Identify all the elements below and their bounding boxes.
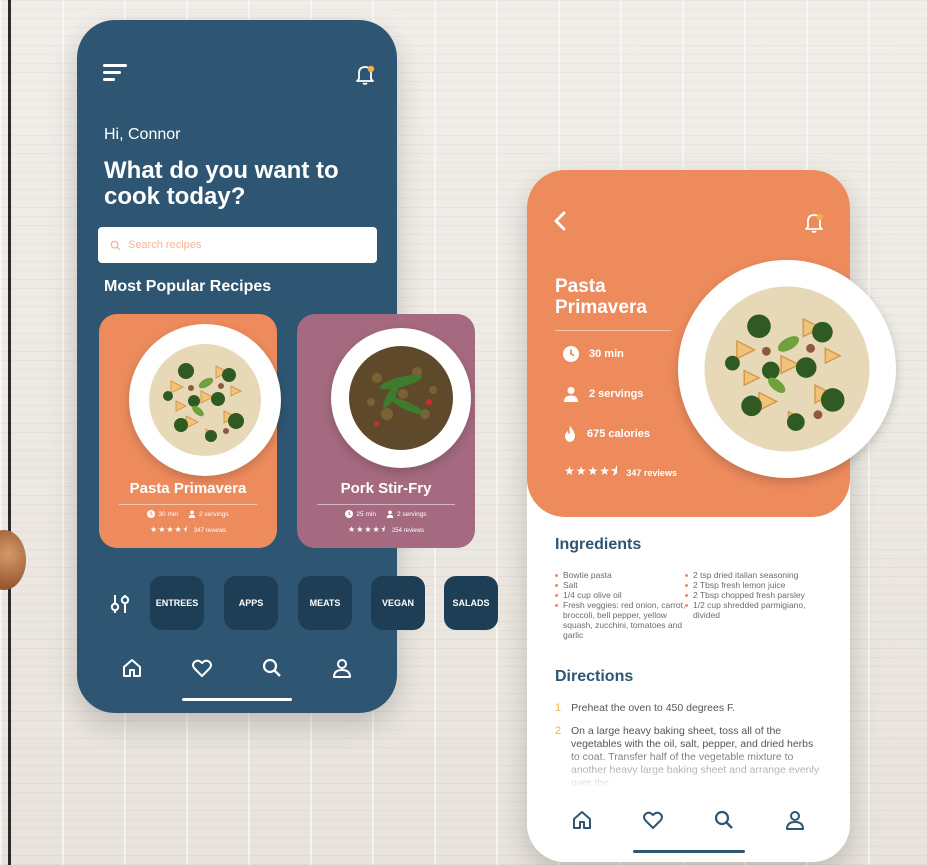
ingredient-item: 1/4 cup olive oil xyxy=(555,590,687,600)
star-rating-icon: ★★★★⯨ xyxy=(348,525,386,534)
user-icon[interactable] xyxy=(330,656,354,680)
notification-bell-icon[interactable] xyxy=(802,210,826,234)
menu-icon[interactable] xyxy=(103,62,129,84)
card-divider xyxy=(317,504,455,505)
search-icon[interactable] xyxy=(260,656,284,680)
recipe-card-pork-stir-fry[interactable]: Pork Stir-Fry 25 min 2 servings ★★★★⯨ 25… xyxy=(297,314,475,548)
search-input[interactable] xyxy=(128,239,348,251)
home-indicator-bar xyxy=(633,850,745,853)
home-icon[interactable] xyxy=(120,656,144,680)
bottom-nav xyxy=(77,656,397,680)
section-title: Most Popular Recipes xyxy=(104,278,272,295)
recipe-card-pasta-primavera[interactable]: Pasta Primavera 30 min 2 servings ★★★★⯨ … xyxy=(99,314,281,548)
title-divider xyxy=(555,330,671,331)
home-screen-phone: Hi, Connor What do you want to cook toda… xyxy=(77,20,498,713)
search-icon xyxy=(110,240,121,251)
left-edge-line xyxy=(8,0,11,865)
ingredient-item: Fresh veggies: red onion, carrot, brocco… xyxy=(555,600,687,640)
star-rating-icon: ★★★★⯨ xyxy=(150,525,188,534)
ingredients-list-right: 2 tsp dried italian seasoning 2 Tbsp fre… xyxy=(685,570,825,620)
home-icon[interactable] xyxy=(570,808,594,832)
clock-icon xyxy=(147,510,156,518)
person-icon xyxy=(564,387,578,402)
category-apps[interactable]: APPS xyxy=(224,576,278,630)
back-chevron-icon[interactable] xyxy=(551,210,569,232)
recipe-rating: ★★★★⯨ 347 reviews xyxy=(564,462,677,483)
filter-sliders-icon[interactable] xyxy=(109,593,131,615)
ingredient-item: 1/2 cup shredded parmigiano, divided xyxy=(685,600,825,620)
recipe-title: Pasta Primavera xyxy=(555,276,647,318)
recipe-reviews: 254 reviews xyxy=(391,528,424,534)
ingredients-heading: Ingredients xyxy=(555,536,642,553)
ingredient-item: 2 tsp dried italian seasoning xyxy=(685,570,825,580)
home-indicator-bar xyxy=(182,698,292,701)
clock-icon xyxy=(345,510,354,518)
step-text: Preheat the oven to 450 degrees F. xyxy=(571,702,736,714)
recipe-calories: 675 calories xyxy=(587,428,650,440)
heart-icon[interactable] xyxy=(190,656,214,680)
recipe-card-meta: 30 min 2 servings xyxy=(99,510,277,518)
recipe-reviews: 347 reviews xyxy=(193,528,226,534)
scroll-fade xyxy=(527,745,850,805)
page-headline: What do you want to cook today? xyxy=(104,157,339,210)
heart-icon[interactable] xyxy=(641,808,665,832)
category-entrees[interactable]: ENTREES xyxy=(150,576,204,630)
category-vegan[interactable]: VEGAN xyxy=(371,576,425,630)
decorative-nut xyxy=(0,530,26,590)
recipe-servings: 2 servings xyxy=(396,510,427,518)
search-bar[interactable] xyxy=(98,227,377,263)
ingredients-list-left: Bowtie pasta Salt 1/4 cup olive oil Fres… xyxy=(555,570,687,640)
recipe-time: 30 min xyxy=(158,510,178,518)
ingredient-item: Salt xyxy=(555,580,687,590)
card-divider xyxy=(119,504,257,505)
recipe-rating: ★★★★⯨ 254 reviews xyxy=(297,524,475,538)
category-salads[interactable]: SALADS xyxy=(444,576,498,630)
recipe-card-meta: 25 min 2 servings xyxy=(297,510,475,518)
recipe-time-row: 30 min xyxy=(563,346,624,362)
star-rating-icon: ★★★★⯨ xyxy=(564,464,619,478)
category-meats[interactable]: MEATS xyxy=(298,576,352,630)
clock-icon xyxy=(563,346,579,362)
recipe-servings: 2 servings xyxy=(198,510,229,518)
recipe-reviews: 347 reviews xyxy=(626,467,677,478)
ingredient-item: Bowtie pasta xyxy=(555,570,687,580)
recipe-time: 30 min xyxy=(589,348,624,360)
user-icon[interactable] xyxy=(783,808,807,832)
person-icon xyxy=(188,510,196,518)
greeting-text: Hi, Connor xyxy=(104,126,181,143)
bottom-nav xyxy=(527,806,850,862)
ingredient-item: 2 Tbsp chopped fresh parsley xyxy=(685,590,825,600)
recipe-card-title: Pasta Primavera xyxy=(129,480,247,497)
recipe-servings: 2 servings xyxy=(589,388,644,400)
recipe-servings-row: 2 servings xyxy=(563,386,643,402)
flame-icon xyxy=(565,426,575,442)
recipe-card-title: Pork Stir-Fry xyxy=(340,480,432,497)
step-number: 1 xyxy=(555,702,562,714)
pasta-hero-plate-image xyxy=(678,260,896,478)
recipe-time: 25 min xyxy=(356,510,376,518)
stir-fry-plate-image xyxy=(331,328,471,468)
directions-heading: Directions xyxy=(555,668,634,685)
person-icon xyxy=(386,510,394,518)
pasta-plate-image xyxy=(129,324,281,476)
ingredient-item: 2 Tbsp fresh lemon juice xyxy=(685,580,825,590)
notification-bell-icon[interactable] xyxy=(353,62,377,86)
recipe-rating: ★★★★⯨ 347 reviews xyxy=(99,524,277,538)
direction-step: 1 Preheat the oven to 450 degrees F. xyxy=(555,702,823,715)
recipe-calories-row: 675 calories xyxy=(563,426,650,442)
search-icon[interactable] xyxy=(712,808,736,832)
